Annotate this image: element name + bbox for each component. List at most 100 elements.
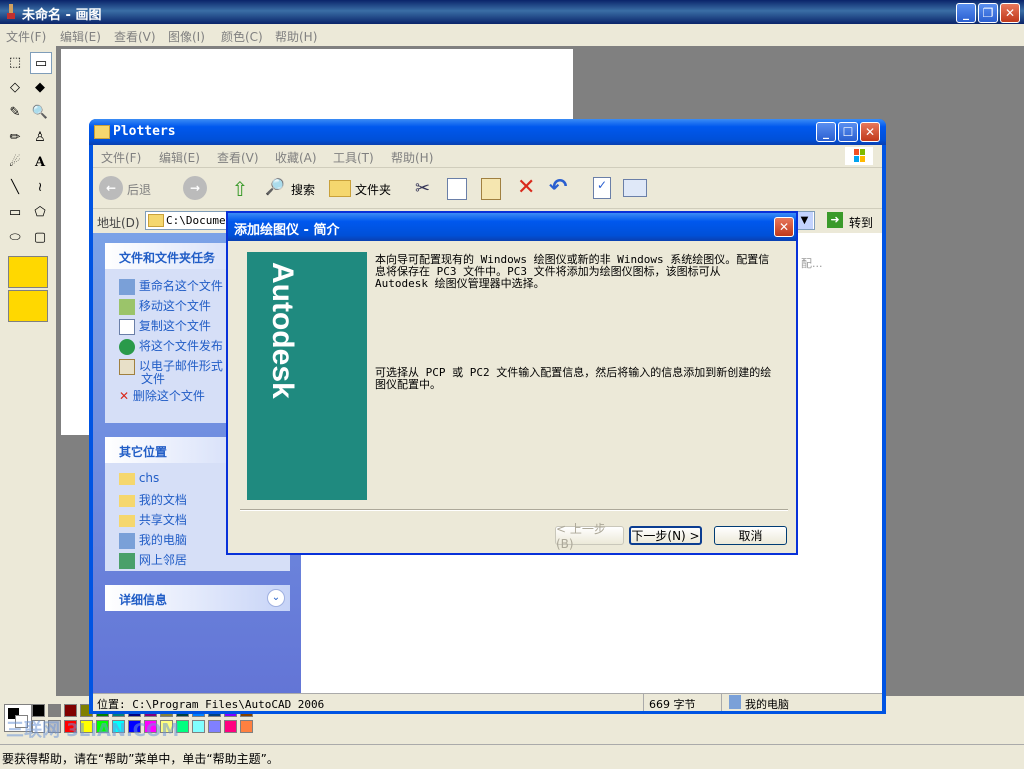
search-button-label[interactable]: 搜索 — [291, 181, 315, 198]
minimize-button[interactable]: _ — [956, 3, 976, 23]
rename-icon — [119, 278, 135, 295]
copy-file-icon — [119, 318, 135, 335]
status-size: 669 字节 — [649, 698, 696, 711]
menu-help[interactable]: 帮助(H) — [275, 28, 317, 45]
status-location: 位置: C:\Program Files\AutoCAD 2006 — [97, 698, 325, 711]
rounded-rect-tool-icon[interactable]: ▢ — [30, 227, 50, 247]
forward-arrow-icon[interactable]: → — [183, 176, 207, 200]
delete-file-icon: ✕ — [119, 389, 130, 403]
next-button[interactable]: 下一步(N) > — [629, 526, 702, 545]
tool-option-opaque-icon[interactable] — [8, 256, 48, 288]
chs-folder-icon — [119, 472, 135, 485]
folders-icon[interactable] — [329, 180, 351, 197]
text-tool-icon[interactable]: A — [30, 152, 50, 172]
task-publish[interactable]: 将这个文件发布 — [119, 337, 223, 355]
cut-icon[interactable]: ✂ — [415, 178, 430, 199]
explorer-window-title: Plotters — [113, 124, 176, 139]
dialog-intro-text: 本向导可配置现有的 Windows 绘图仪或新的非 Windows 系统绘图仪。… — [375, 253, 770, 290]
go-arrow-icon[interactable]: ➜ — [827, 212, 843, 228]
explorer-menu-view[interactable]: 查看(V) — [217, 149, 259, 166]
brush-tool-icon[interactable]: ♙ — [30, 127, 50, 147]
explorer-menu-help[interactable]: 帮助(H) — [391, 149, 433, 166]
go-button-label[interactable]: 转到 — [849, 214, 873, 231]
place-my-computer[interactable]: 我的电脑 — [119, 531, 187, 549]
details-header[interactable]: 详细信息 — [105, 585, 290, 611]
menu-view[interactable]: 查看(V) — [114, 28, 156, 45]
tool-option-transparent-icon[interactable] — [8, 290, 48, 322]
restore-button[interactable]: ❐ — [978, 3, 998, 23]
airbrush-tool-icon[interactable]: ☄ — [5, 152, 25, 172]
autodesk-logo: Autodesk — [266, 262, 299, 399]
email-icon — [119, 358, 135, 375]
task-move[interactable]: 移动这个文件 — [119, 297, 211, 315]
menu-file[interactable]: 文件(F) — [6, 28, 46, 45]
explorer-menubar: 文件(F) 编辑(E) 查看(V) 收藏(A) 工具(T) 帮助(H) — [93, 145, 882, 168]
explorer-maximize-button[interactable]: ☐ — [838, 122, 858, 142]
address-label: 地址(D) — [97, 216, 140, 230]
task-copy[interactable]: 复制这个文件 — [119, 317, 211, 335]
back-arrow-icon[interactable]: ← — [99, 176, 123, 200]
line-tool-icon[interactable]: ╲ — [5, 177, 25, 197]
task-rename[interactable]: 重命名这个文件 — [119, 277, 223, 295]
delete-icon[interactable]: ✕ — [517, 175, 535, 200]
palette-swatch[interactable] — [240, 720, 253, 733]
close-button[interactable]: ✕ — [1000, 3, 1020, 23]
paint-statusbar: 要获得帮助，请在“帮助”菜单中，单击“帮助主题”。 — [0, 744, 1024, 769]
palette-swatch[interactable] — [208, 720, 221, 733]
task-email-cont[interactable]: 文件 — [141, 370, 165, 387]
properties-icon[interactable]: ✓ — [593, 177, 611, 199]
details-panel: 详细信息 ⌄ — [105, 585, 290, 611]
pick-color-tool-icon[interactable]: ✎ — [5, 102, 25, 122]
explorer-toolbar: ← 后退 → ⇧ 🔎 搜索 文件夹 ✂ ✕ ↶ ✓ — [93, 168, 882, 209]
back-button[interactable]: < 上一步(B) — [555, 522, 624, 551]
address-folder-icon — [148, 214, 164, 227]
menu-edit[interactable]: 编辑(E) — [60, 28, 101, 45]
ellipse-tool-icon[interactable]: ⬭ — [5, 227, 25, 247]
paste-icon[interactable] — [481, 178, 501, 200]
folders-button-label[interactable]: 文件夹 — [355, 181, 391, 198]
place-chs[interactable]: chs — [119, 471, 159, 485]
copy-icon[interactable] — [447, 178, 467, 200]
rectangle-tool-icon[interactable]: ▭ — [5, 202, 25, 222]
fill-tool-icon[interactable]: ◆ — [30, 77, 50, 97]
explorer-minimize-button[interactable]: _ — [816, 122, 836, 142]
search-icon[interactable]: 🔎 — [265, 177, 287, 199]
undo-icon[interactable]: ↶ — [549, 175, 567, 200]
eraser-tool-icon[interactable]: ◇ — [5, 77, 25, 97]
dialog-title: 添加绘图仪 - 简介 — [234, 223, 340, 238]
address-dropdown-icon[interactable]: ▼ — [796, 212, 813, 229]
paint-status-text: 要获得帮助，请在“帮助”菜单中，单击“帮助主题”。 — [2, 752, 279, 766]
dialog-close-button[interactable]: ✕ — [774, 217, 794, 237]
task-email[interactable]: 以电子邮件形式 — [119, 357, 223, 375]
free-select-tool-icon[interactable]: ⬚ — [5, 52, 25, 72]
place-shared-documents[interactable]: 共享文档 — [119, 511, 187, 528]
explorer-statusbar: 位置: C:\Program Files\AutoCAD 2006 669 字节… — [93, 693, 882, 711]
palette-swatch[interactable] — [192, 720, 205, 733]
windows-logo-icon — [845, 147, 873, 165]
shared-documents-icon — [119, 514, 135, 527]
palette-swatch[interactable] — [224, 720, 237, 733]
explorer-menu-tools[interactable]: 工具(T) — [333, 149, 374, 166]
expand-chevron-icon[interactable]: ⌄ — [267, 589, 285, 607]
back-label[interactable]: 后退 — [127, 181, 151, 198]
menu-image[interactable]: 图像(I) — [168, 28, 205, 45]
curve-tool-icon[interactable]: ≀ — [30, 177, 50, 197]
explorer-menu-edit[interactable]: 编辑(E) — [159, 149, 200, 166]
task-delete[interactable]: ✕ 删除这个文件 — [119, 387, 205, 404]
polygon-tool-icon[interactable]: ⬠ — [30, 202, 50, 222]
explorer-close-button[interactable]: ✕ — [860, 122, 880, 142]
explorer-menu-file[interactable]: 文件(F) — [101, 149, 141, 166]
pencil-tool-icon[interactable]: ✏ — [5, 127, 25, 147]
menu-colors[interactable]: 颜色(C) — [221, 28, 263, 45]
status-computer: 我的电脑 — [745, 698, 789, 711]
rect-select-tool-icon[interactable]: ▭ — [30, 52, 52, 74]
views-icon[interactable] — [623, 179, 647, 197]
cancel-button[interactable]: 取消 — [714, 526, 787, 545]
place-my-documents[interactable]: 我的文档 — [119, 491, 187, 508]
watermark: 三联网 3LIAN.COM — [6, 720, 180, 741]
up-folder-icon[interactable]: ⇧ — [229, 177, 251, 201]
paint-titlebar: 未命名 - 画图 _ ❐ ✕ — [0, 0, 1024, 24]
magnifier-tool-icon[interactable]: 🔍 — [30, 102, 50, 122]
place-network[interactable]: 网上邻居 — [119, 551, 187, 569]
explorer-menu-favorites[interactable]: 收藏(A) — [275, 149, 317, 166]
